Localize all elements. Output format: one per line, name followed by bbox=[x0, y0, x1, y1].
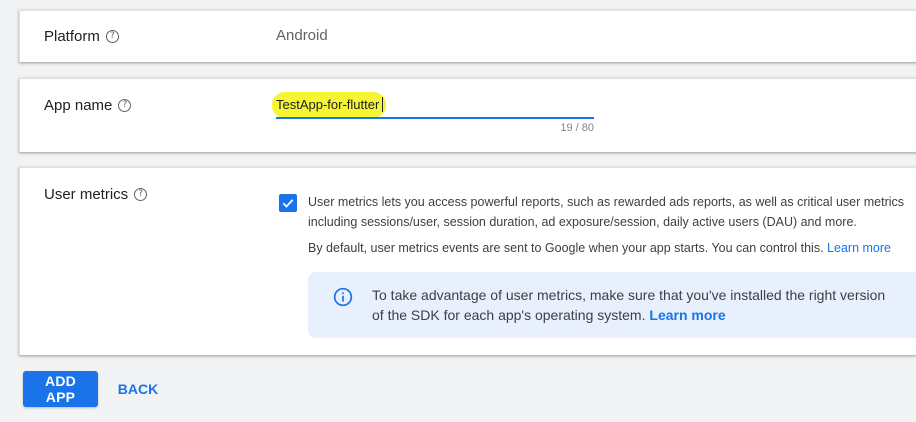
character-counter: 19 / 80 bbox=[560, 122, 594, 134]
app-name-input-wrapper: 19 / 80 bbox=[272, 91, 596, 134]
platform-label: Platform ? bbox=[44, 28, 119, 45]
user-metrics-card: User metrics ? User metrics lets you acc… bbox=[19, 167, 916, 355]
user-metrics-description-1: User metrics lets you access powerful re… bbox=[308, 195, 905, 209]
user-metrics-description-2: including sessions/user, session duratio… bbox=[308, 215, 857, 229]
help-icon[interactable]: ? bbox=[134, 188, 148, 201]
sdk-info-text-2-content: of the SDK for each app's operating syst… bbox=[372, 307, 646, 323]
app-name-card: App name ? 19 / 80 bbox=[19, 78, 916, 152]
back-button[interactable]: BACK bbox=[110, 371, 166, 407]
add-app-button[interactable]: ADD APP bbox=[23, 371, 98, 407]
help-icon[interactable]: ? bbox=[105, 30, 119, 43]
platform-value: Android bbox=[276, 27, 328, 44]
sdk-learn-more-link[interactable]: Learn more bbox=[649, 307, 725, 323]
learn-more-link[interactable]: Learn more bbox=[827, 241, 891, 255]
platform-label-text: Platform bbox=[44, 28, 100, 45]
platform-card: Platform ? Android bbox=[19, 10, 916, 62]
app-name-label: App name ? bbox=[44, 97, 132, 114]
user-metrics-label-text: User metrics bbox=[44, 186, 129, 203]
text-caret bbox=[382, 97, 383, 112]
checkmark-icon bbox=[282, 199, 294, 208]
user-metrics-checkbox[interactable] bbox=[279, 194, 297, 212]
user-metrics-label: User metrics ? bbox=[44, 186, 148, 203]
user-metrics-description-3: By default, user metrics events are sent… bbox=[308, 238, 916, 258]
sdk-info-text-1: To take advantage of user metrics, make … bbox=[372, 287, 886, 303]
info-icon bbox=[333, 287, 353, 307]
sdk-info-box: To take advantage of user metrics, make … bbox=[308, 272, 916, 338]
sdk-info-text-2: of the SDK for each app's operating syst… bbox=[372, 305, 916, 325]
help-icon[interactable]: ? bbox=[118, 99, 132, 112]
app-name-label-text: App name bbox=[44, 97, 113, 114]
user-metrics-default-text: By default, user metrics events are sent… bbox=[308, 241, 824, 255]
app-name-input[interactable] bbox=[276, 91, 594, 119]
